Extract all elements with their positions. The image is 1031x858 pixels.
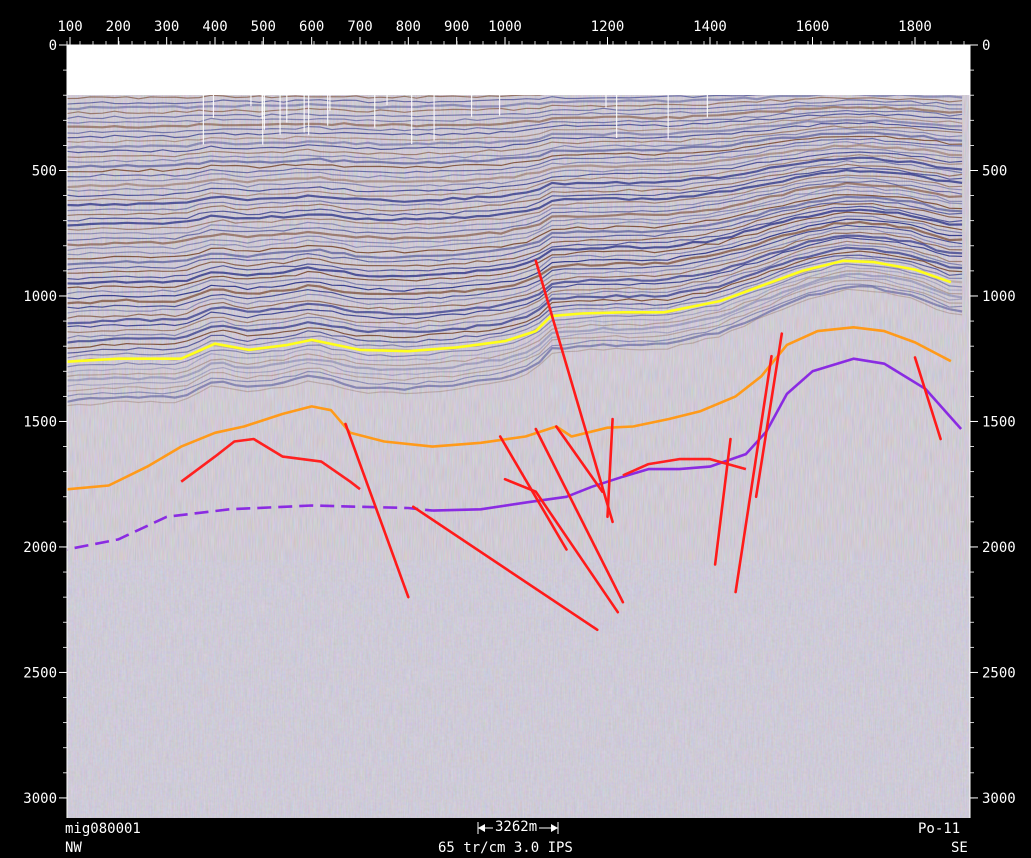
time-tick-label: 0 — [49, 38, 57, 54]
seismic-deep-noise — [67, 560, 970, 818]
trace-tick-label: 800 — [396, 19, 421, 35]
time-tick-label: 2500 — [23, 665, 57, 681]
seismic-section: 100 200 300 400 500 600 700 800 900 1000 1200 1400 1… — [23, 19, 1016, 834]
time-tick-label: 2000 — [23, 540, 57, 556]
time-axis-left: 0 500 1000 1500 2000 2500 3000 — [23, 38, 68, 818]
trace-tick-label: 1400 — [693, 19, 727, 35]
time-tick-label: 3000 — [982, 791, 1016, 807]
time-tick-label: 2500 — [982, 665, 1016, 681]
profile-name-label: Po-11 — [918, 821, 961, 837]
trace-tick-label: 200 — [106, 19, 131, 35]
line-id-label: mig080001 — [65, 821, 141, 837]
trace-tick-label: 1800 — [898, 19, 932, 35]
time-tick-label: 0 — [982, 38, 990, 54]
time-tick-label: 1500 — [23, 414, 57, 430]
time-tick-label: 500 — [32, 163, 57, 179]
time-tick-label: 1000 — [982, 289, 1016, 305]
trace-tick-label: 1000 — [488, 19, 522, 35]
scale-bar-label: 3262m — [493, 819, 540, 835]
time-axis-right: 0 500 1000 1500 2000 2500 3000 — [969, 38, 1016, 818]
water-column-mute — [67, 45, 970, 95]
trace-tick-label: 600 — [299, 19, 324, 35]
direction-right-label: SE — [951, 840, 968, 856]
direction-left-label: NW — [65, 840, 82, 856]
trace-density-label: 65 tr/cm 3.0 IPS — [438, 840, 573, 856]
trace-tick-label: 700 — [347, 19, 372, 35]
trace-tick-label: 300 — [154, 19, 179, 35]
trace-tick-label: 100 — [57, 19, 82, 35]
time-tick-label: 3000 — [23, 791, 57, 807]
time-tick-label: 2000 — [982, 540, 1016, 556]
time-tick-label: 500 — [982, 163, 1007, 179]
trace-tick-label: 1600 — [796, 19, 830, 35]
trace-tick-label: 900 — [444, 19, 469, 35]
trace-axis-top: 100 200 300 400 500 600 700 800 900 1000 1200 1400 1… — [57, 19, 970, 46]
seismic-plot-area — [67, 45, 970, 818]
trace-tick-label: 1200 — [591, 19, 625, 35]
trace-tick-label: 400 — [202, 19, 227, 35]
time-tick-label: 1000 — [23, 289, 57, 305]
trace-tick-label: 500 — [251, 19, 276, 35]
time-tick-label: 1500 — [982, 414, 1016, 430]
